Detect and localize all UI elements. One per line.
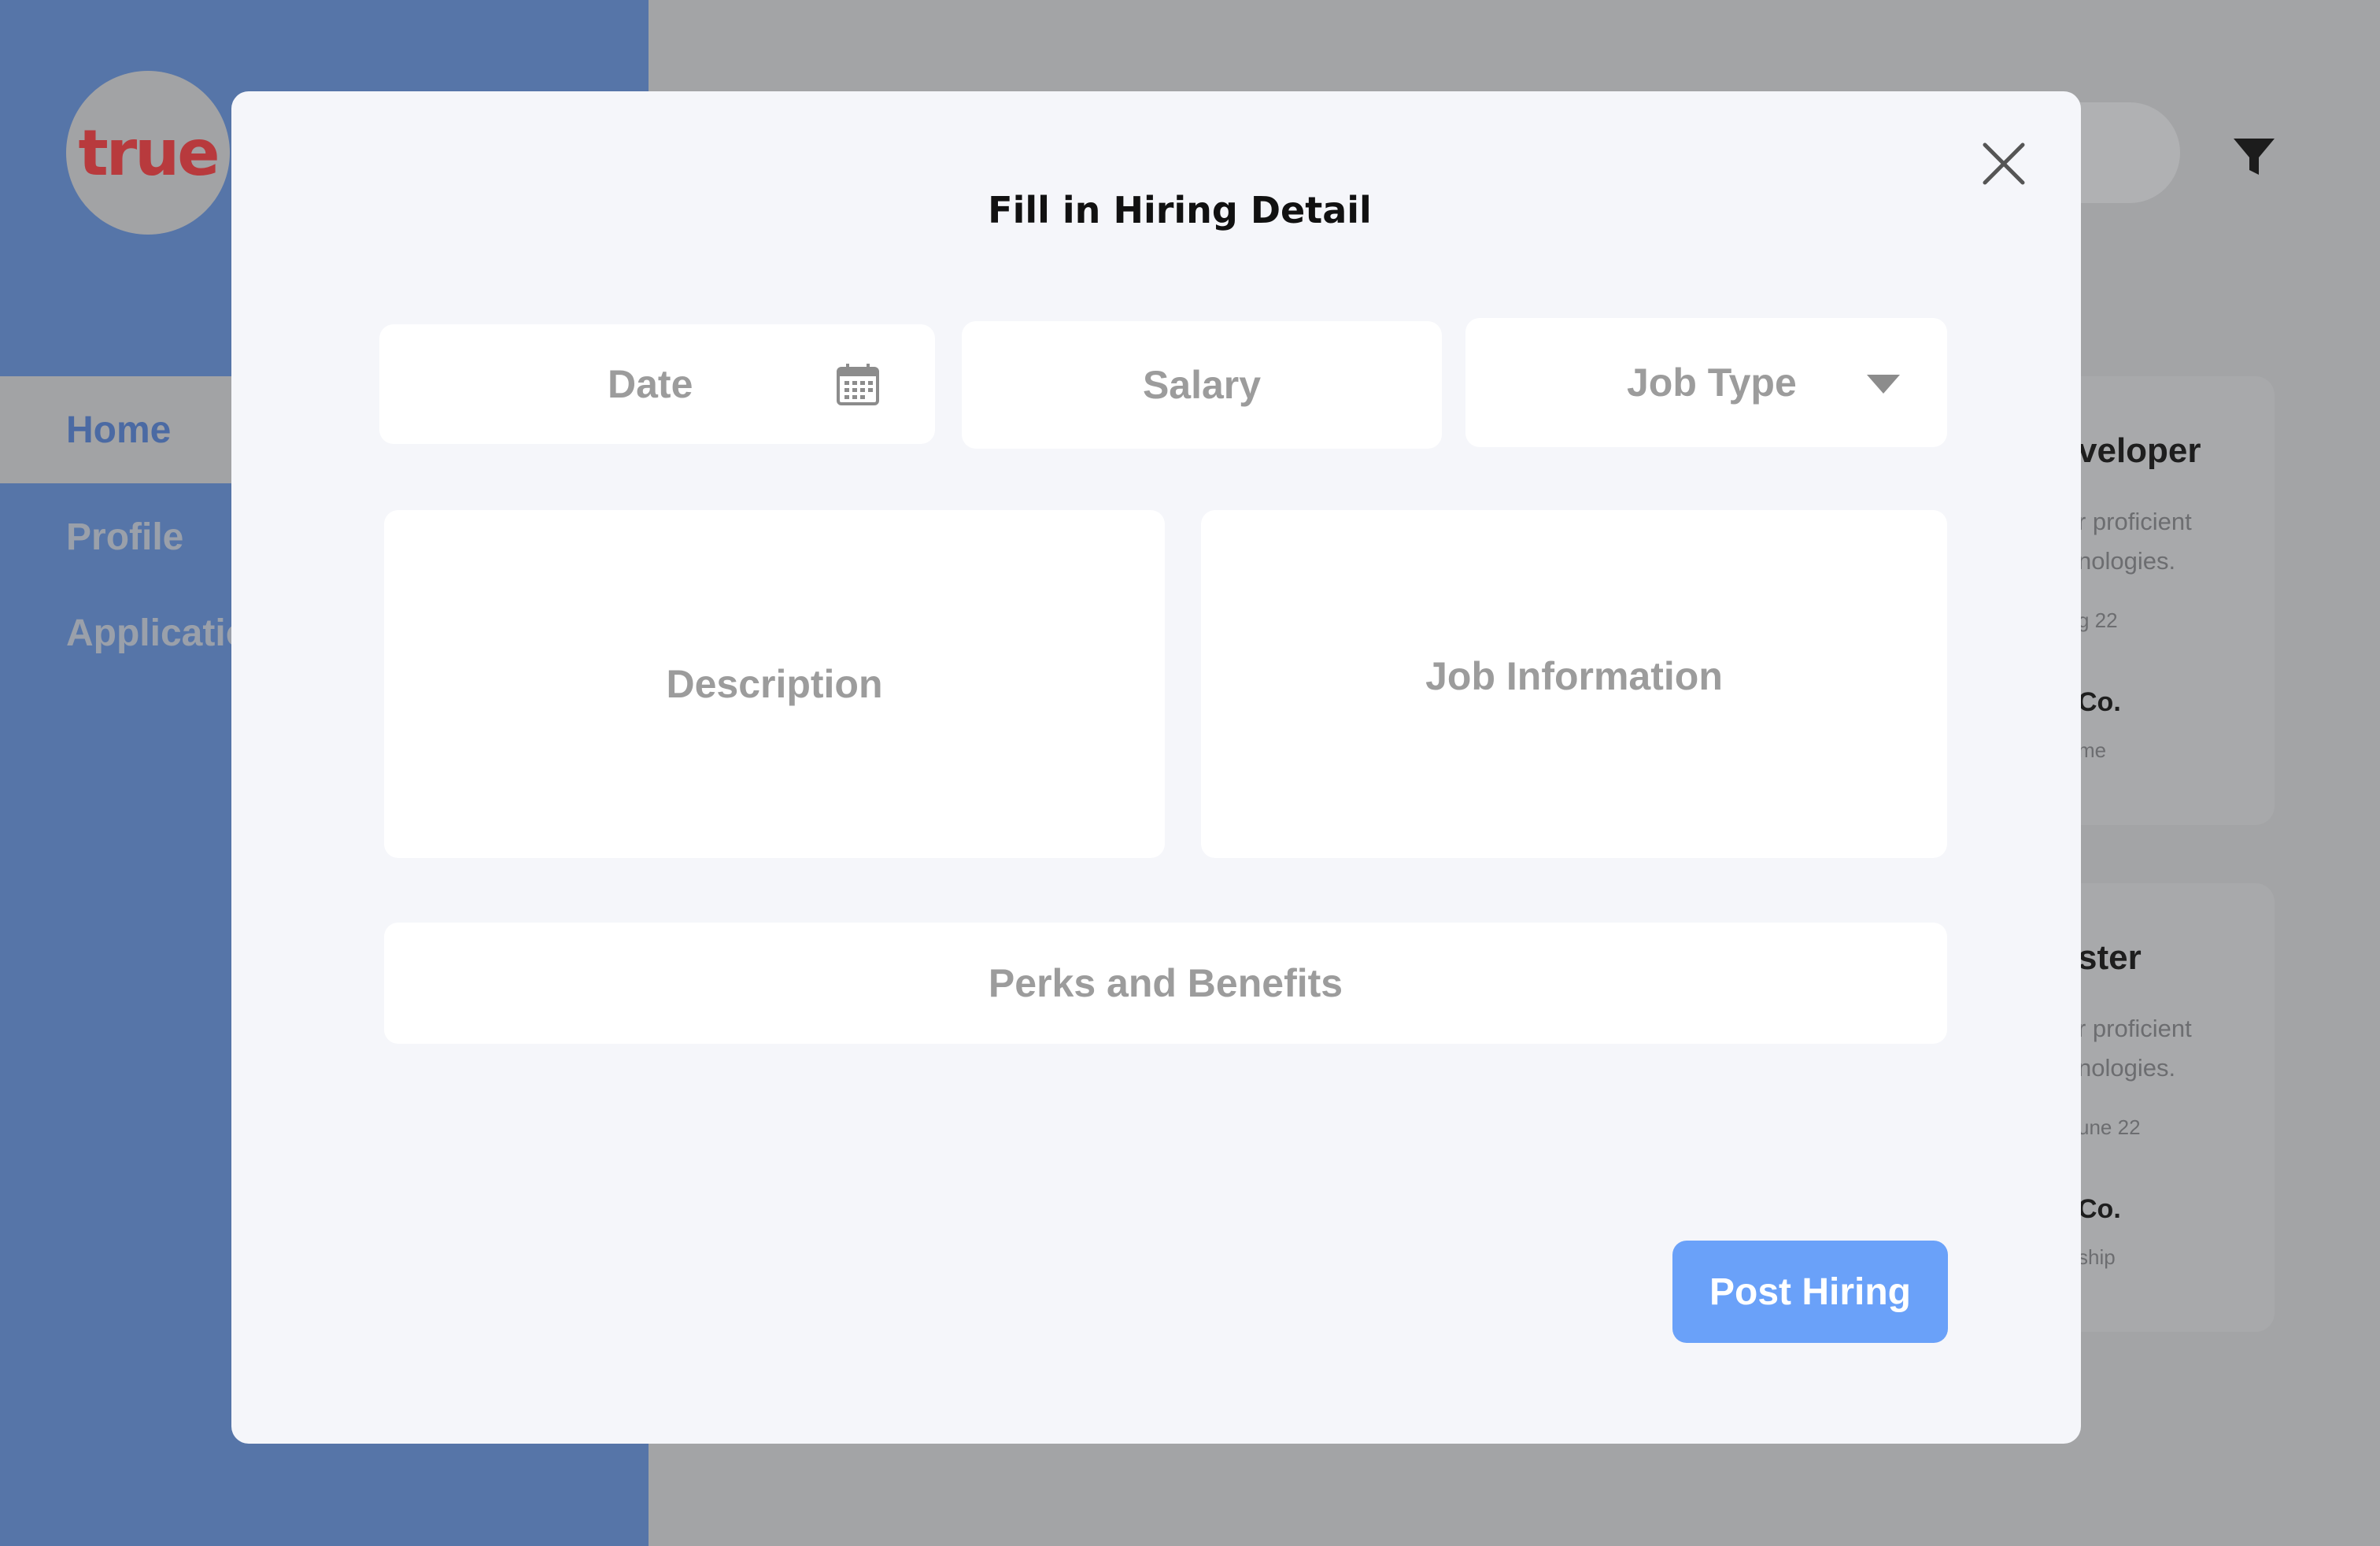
perks-benefits-field[interactable]: Perks and Benefits — [384, 923, 1947, 1044]
close-icon[interactable] — [1980, 140, 2027, 187]
job-card-type: ship — [2078, 1245, 2116, 1269]
filter-icon[interactable] — [2230, 134, 2278, 181]
chevron-down-icon[interactable] — [1865, 373, 1901, 395]
job-card-company: Co. — [2078, 687, 2121, 717]
logo-text: true — [78, 116, 220, 190]
job-card-title: ster — [2078, 938, 2142, 977]
job-information-textarea[interactable]: Job Information — [1201, 510, 1947, 858]
job-type-placeholder: Job Type — [1627, 361, 1797, 405]
job-card-description: r proficient nologies. — [2078, 508, 2192, 575]
perks-placeholder: Perks and Benefits — [988, 961, 1343, 1005]
job-card-date: une 22 — [2078, 1115, 2141, 1139]
modal-title: Fill in Hiring Detail — [988, 189, 1372, 231]
brand-logo: true — [66, 71, 230, 235]
calendar-icon[interactable] — [836, 362, 880, 406]
date-placeholder: Date — [608, 362, 693, 406]
job-information-placeholder: Job Information — [1425, 654, 1723, 698]
hiring-detail-modal: Fill in Hiring Detail Date Salary Job Ty… — [231, 91, 2081, 1444]
description-placeholder: Description — [666, 662, 883, 706]
date-field[interactable]: Date — [379, 324, 935, 444]
post-hiring-button[interactable]: Post Hiring — [1672, 1241, 1948, 1343]
job-card-title: veloper — [2078, 431, 2201, 470]
job-card-type: me — [2078, 738, 2107, 762]
salary-field[interactable]: Salary — [962, 321, 1442, 449]
job-type-select[interactable]: Job Type — [1465, 318, 1947, 447]
job-card-date: g 22 — [2078, 608, 2118, 632]
description-textarea[interactable]: Description — [384, 510, 1165, 858]
job-card-company: Co. — [2078, 1194, 2121, 1224]
salary-placeholder: Salary — [1142, 363, 1262, 407]
job-card-description: r proficient nologies. — [2078, 1015, 2192, 1082]
